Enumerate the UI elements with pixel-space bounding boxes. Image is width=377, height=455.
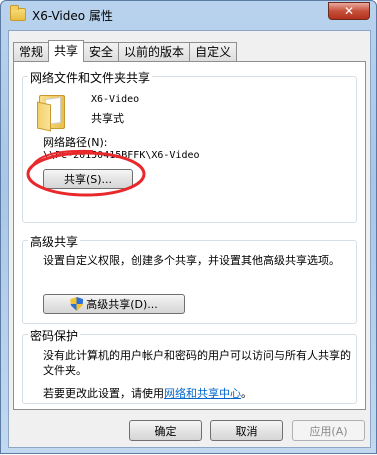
tab-security[interactable]: 安全 <box>83 42 120 62</box>
advanced-sharing-description: 设置自定义权限，创建多个共享，并设置其他高级共享选项。 <box>43 254 340 267</box>
title-bar[interactable]: X6-Video 属性 ✕ <box>1 1 376 31</box>
properties-window: X6-Video 属性 ✕ 常规 共享 安全 以前的版本 自定义 网络文件和文件… <box>0 0 377 454</box>
network-path-label: 网络路径(N): <box>43 136 108 149</box>
dialog-client: 常规 共享 安全 以前的版本 自定义 网络文件和文件夹共享 X6-Video 共… <box>8 30 371 448</box>
advanced-sharing-button[interactable]: 高级共享(D)... <box>43 294 185 314</box>
tab-sharing[interactable]: 共享 <box>48 40 85 62</box>
tab-strip: 常规 共享 安全 以前的版本 自定义 <box>13 40 238 62</box>
password-protection-description: 没有此计算机的用户帐户和密码的用户可以访问与所有人共享的文件夹。 <box>43 349 351 377</box>
advanced-sharing-button-label: 高级共享(D)... <box>86 298 158 311</box>
advanced-sharing-group: 高级共享 设置自定义权限，创建多个共享，并设置其他高级共享选项。 高级共享(D)… <box>22 233 357 324</box>
share-button[interactable]: 共享(S)... <box>43 169 133 189</box>
tab-customize[interactable]: 自定义 <box>189 42 238 62</box>
apply-button[interactable]: 应用(A) <box>292 420 365 441</box>
advanced-sharing-title: 高级共享 <box>28 233 81 250</box>
password-change-line: 若要更改此设置，请使用网络和共享中心。 <box>43 385 252 401</box>
close-button[interactable]: ✕ <box>328 2 370 20</box>
network-sharing-center-link[interactable]: 网络和共享中心 <box>164 387 241 400</box>
cancel-button[interactable]: 取消 <box>210 420 283 441</box>
password-protection-title: 密码保护 <box>28 327 81 344</box>
tab-previous-versions[interactable]: 以前的版本 <box>118 42 191 62</box>
tab-general[interactable]: 常规 <box>13 42 50 62</box>
password-change-suffix: 。 <box>241 387 252 400</box>
password-change-prefix: 若要更改此设置，请使用 <box>43 387 164 400</box>
network-sharing-title: 网络文件和文件夹共享 <box>28 69 153 86</box>
sharing-panel: 网络文件和文件夹共享 X6-Video 共享式 网络路径(N): \\PC-20… <box>13 61 366 410</box>
window-title: X6-Video 属性 <box>32 9 113 23</box>
network-path-value: \\PC-20150415BFFK\X6-Video <box>43 150 200 161</box>
shield-icon <box>70 297 83 311</box>
password-protection-group: 密码保护 没有此计算机的用户帐户和密码的用户可以访问与所有人共享的文件夹。 若要… <box>22 327 357 404</box>
close-icon: ✕ <box>343 4 355 18</box>
network-sharing-group: 网络文件和文件夹共享 X6-Video 共享式 网络路径(N): \\PC-20… <box>22 69 357 223</box>
folder-name: X6-Video <box>91 94 140 105</box>
ok-button[interactable]: 确定 <box>129 420 202 441</box>
folder-icon <box>10 5 26 21</box>
folder-icon <box>37 95 67 132</box>
folder-share-status: 共享式 <box>91 112 124 125</box>
